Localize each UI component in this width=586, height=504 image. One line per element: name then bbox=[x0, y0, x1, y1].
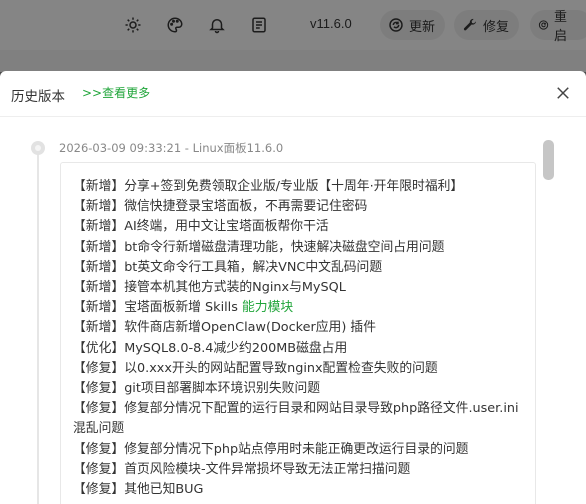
release-note-item: 【新增】bt英文命令行工具箱，解决VNC中文乱码问题 bbox=[73, 258, 525, 278]
release-note-text: 【新增】分享+签到免费领取企业版/专业版【十周年·开年限时福利】 bbox=[73, 179, 464, 194]
version-history-dialog: 历史版本 >>查看更多 2026-03-09 09:33:21 - Linux面… bbox=[0, 71, 586, 504]
release-note-text: 【新增】AI终端，用中文让宝塔面板帮你干活 bbox=[73, 219, 329, 235]
timeline-dot bbox=[31, 141, 45, 155]
release-note-item: 【修复】以0.xxx开头的网站配置导致nginx配置检查失败的问题 bbox=[73, 359, 525, 379]
close-button[interactable] bbox=[554, 84, 572, 102]
release-note-text: 【新增】接管本机其他方式装的Nginx与MySQL bbox=[73, 280, 346, 296]
release-note-text: 【修复】以0.xxx开头的网站配置导致nginx配置检查失败的问题 bbox=[73, 360, 438, 376]
release-meta: 2026-03-09 09:33:21 - Linux面板11.6.0 bbox=[59, 141, 284, 155]
release-note-text: 【优化】MySQL8.0-8.4减少约200MB磁盘占用 bbox=[73, 340, 348, 356]
release-note-item: 【优化】MySQL8.0-8.4减少约200MB磁盘占用 bbox=[73, 339, 525, 359]
release-note-item: 【新增】接管本机其他方式装的Nginx与MySQL bbox=[73, 278, 525, 298]
release-note-item: 【修复】修复部分情况下配置的运行目录和网站目录导致php路径文件.user.in… bbox=[73, 399, 525, 439]
release-note-item: 【新增】宝塔面板新增 Skills 能力模块 bbox=[73, 298, 525, 318]
release-note-text: 【新增】bt命令行新增磁盘清理功能，快速解决磁盘空间占用问题 bbox=[73, 239, 445, 255]
release-note-text: 【修复】修复部分情况下php站点停用时未能正确更改运行目录的问题 bbox=[73, 441, 469, 457]
release-note-text: 【新增】bt英文命令行工具箱，解决VNC中文乱码问题 bbox=[73, 259, 383, 275]
release-note-item: 【修复】修复部分情况下php站点停用时未能正确更改运行目录的问题 bbox=[73, 440, 525, 460]
release-note-item: 【修复】其他已知BUG bbox=[73, 480, 525, 500]
release-note-highlight: 能力模块 bbox=[241, 300, 294, 316]
release-notes: 【新增】分享+签到免费领取企业版/专业版【十周年·开年限时福利】 【新增】微信快捷… bbox=[60, 162, 536, 504]
scrollbar-thumb[interactable] bbox=[543, 140, 554, 180]
view-more-link[interactable]: >>查看更多 bbox=[82, 84, 150, 101]
release-note-item: 【修复】首页风险模块-文件异常损坏导致无法正常扫描问题 bbox=[73, 460, 525, 480]
dialog-title: 历史版本 bbox=[11, 89, 65, 105]
release-note-text: 【新增】微信快捷登录宝塔面板，不再需要记住密码 bbox=[73, 199, 368, 215]
release-note-item: 【新增】AI终端，用中文让宝塔面板帮你干活 bbox=[73, 217, 525, 237]
release-note-text: 【修复】修复部分情况下配置的运行目录和网站目录导致php路径文件.user.in… bbox=[73, 401, 519, 437]
release-note-text: 【新增】宝塔面板新增 Skills bbox=[73, 300, 242, 316]
release-note-text: 【修复】其他已知BUG bbox=[73, 482, 204, 498]
release-note-text: 【新增】软件商店新增OpenClaw(Docker应用) 插件 bbox=[73, 320, 376, 336]
release-note-item: 【新增】bt命令行新增磁盘清理功能，快速解决磁盘空间占用问题 bbox=[73, 238, 525, 258]
close-icon bbox=[557, 87, 569, 99]
release-note-text: 【修复】首页风险模块-文件异常损坏导致无法正常扫描问题 bbox=[73, 461, 411, 477]
dialog-header: 历史版本 >>查看更多 bbox=[0, 71, 586, 117]
release-note-item: 【新增】软件商店新增OpenClaw(Docker应用) 插件 bbox=[73, 318, 525, 338]
release-note-item: 【修复】git项目部署脚本环境识别失败问题 bbox=[73, 379, 525, 399]
release-note-text: 【修复】git项目部署脚本环境识别失败问题 bbox=[73, 381, 321, 397]
release-note-item: 【新增】微信快捷登录宝塔面板，不再需要记住密码 bbox=[73, 197, 525, 217]
timeline-line bbox=[37, 151, 39, 504]
release-note-item: 【新增】分享+签到免费领取企业版/专业版【十周年·开年限时福利】 bbox=[73, 177, 525, 197]
